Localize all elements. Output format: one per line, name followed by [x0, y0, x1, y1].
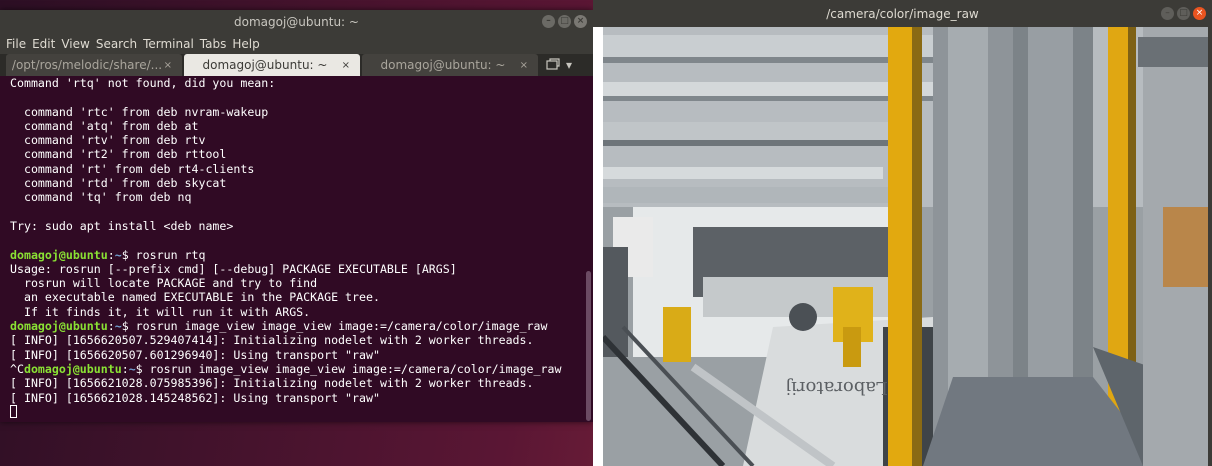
scrollbar-thumb[interactable] [586, 271, 591, 421]
output-line: command 'tq' from deb nq [10, 190, 192, 205]
output-line: [ INFO] [1656620507.601296940]: Using tr… [10, 347, 380, 362]
terminal-scrollbar[interactable] [584, 76, 593, 422]
close-icon[interactable]: × [1193, 7, 1206, 20]
terminal-menubar: File Edit View Search Terminal Tabs Help [0, 34, 593, 54]
prompt-sep: : [107, 319, 115, 334]
prompt-command: $ rosrun rtq [121, 247, 206, 262]
terminal-window[interactable]: domagoj@ubuntu: ~ – □ × File Edit View S… [0, 10, 593, 422]
prompt-user: domagoj@ubuntu [23, 361, 122, 376]
tab-label: domagoj@ubuntu: ~ [380, 58, 506, 72]
menu-edit[interactable]: Edit [32, 37, 55, 51]
prompt-sep: : [121, 361, 129, 376]
maximize-icon[interactable]: □ [1177, 7, 1190, 20]
menu-terminal[interactable]: Terminal [143, 37, 194, 51]
maximize-icon[interactable]: □ [558, 15, 571, 28]
terminal-titlebar[interactable]: domagoj@ubuntu: ~ – □ × [0, 10, 593, 34]
output-line: Try: sudo apt install <deb name> [10, 218, 234, 233]
output-line: command 'rt' from deb rt4-clients [10, 161, 255, 176]
terminal-title: domagoj@ubuntu: ~ [234, 15, 359, 29]
output-line: command 'rt2' from deb rttool [10, 147, 227, 162]
output-line: command 'atq' from deb at [10, 118, 199, 133]
prompt-user: domagoj@ubuntu [10, 247, 108, 262]
image-view-window[interactable]: /camera/color/image_raw – □ × Laboratori… [593, 0, 1212, 466]
close-icon[interactable]: × [574, 15, 587, 28]
prompt-path: ~ [128, 361, 136, 376]
menu-search[interactable]: Search [96, 37, 137, 51]
output-line: command 'rtc' from deb nvram-wakeup [10, 104, 269, 119]
image-left-border [593, 27, 603, 466]
terminal-tabbar: /opt/ros/melodic/share/... × domagoj@ubu… [0, 54, 593, 76]
output-line: Command 'rtq' not found, did you mean: [10, 76, 276, 90]
camera-image[interactable]: Laboratorij [603, 27, 1208, 466]
menu-help[interactable]: Help [232, 37, 259, 51]
menu-file[interactable]: File [6, 37, 26, 51]
prompt-command: $ rosrun image_view image_view image:=/c… [121, 319, 548, 334]
tab-close-icon[interactable]: × [342, 60, 350, 71]
prompt-user: domagoj@ubuntu [10, 319, 108, 334]
prompt-path: ~ [114, 247, 122, 262]
terminal-cursor [10, 404, 17, 418]
tab-home-active[interactable]: domagoj@ubuntu: ~ × [184, 54, 360, 76]
output-line: If it finds it, it will run it with ARGS… [10, 304, 311, 319]
image-window-titlebar[interactable]: /camera/color/image_raw – □ × [593, 0, 1212, 27]
output-line: [ INFO] [1656620507.529407414]: Initiali… [10, 333, 534, 348]
tab-label: domagoj@ubuntu: ~ [202, 58, 328, 72]
output-line: rosrun will locate PACKAGE and try to fi… [10, 276, 318, 291]
tab-menu-chevron-down-icon[interactable]: ▾ [566, 58, 572, 72]
tab-home-2[interactable]: domagoj@ubuntu: ~ × [362, 54, 538, 76]
scene-text: Laboratorij [786, 377, 888, 398]
prompt-sep: : [107, 247, 115, 262]
tab-close-icon[interactable]: × [164, 60, 172, 71]
menu-tabs[interactable]: Tabs [200, 37, 227, 51]
terminal-output[interactable]: Command 'rtq' not found, did you mean: c… [0, 76, 584, 422]
tab-close-icon[interactable]: × [520, 60, 528, 71]
minimize-icon[interactable]: – [542, 15, 555, 28]
prompt-path: ~ [114, 319, 122, 334]
output-line: Usage: rosrun [--prefix cmd] [--debug] P… [10, 261, 457, 276]
output-line: [ INFO] [1656621028.145248562]: Using tr… [10, 390, 380, 405]
output-line: command 'rtv' from deb rtv [10, 133, 206, 148]
minimize-icon[interactable]: – [1161, 7, 1174, 20]
new-tab-icon[interactable] [546, 57, 560, 73]
output-line: an executable named EXECUTABLE in the PA… [10, 290, 380, 305]
tab-ros-share[interactable]: /opt/ros/melodic/share/... × [6, 54, 182, 76]
prompt-command: $ rosrun image_view image_view image:=/c… [135, 361, 562, 376]
image-window-title: /camera/color/image_raw [826, 6, 979, 21]
output-line: [ INFO] [1656621028.075985396]: Initiali… [10, 376, 534, 391]
menu-view[interactable]: View [61, 37, 89, 51]
output-line: command 'rtd' from deb skycat [10, 176, 227, 191]
interrupt-text: ^C [10, 361, 24, 376]
tab-label: /opt/ros/melodic/share/... [11, 58, 163, 72]
